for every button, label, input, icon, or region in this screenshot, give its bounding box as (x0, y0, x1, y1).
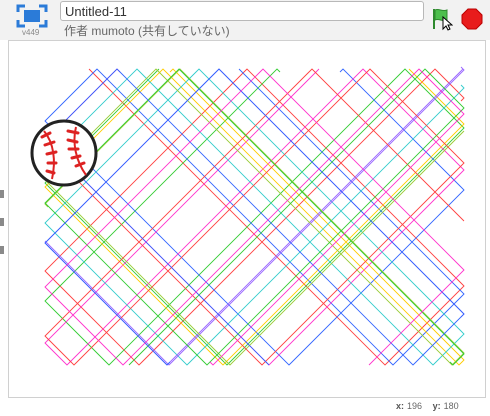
x-value: 196 (407, 401, 423, 411)
pen-trail (44, 68, 465, 366)
pen-trail (44, 68, 465, 366)
y-label: y: (432, 401, 441, 411)
left-edge-marks (0, 190, 4, 274)
pen-trail (44, 68, 465, 366)
y-value: 180 (443, 401, 459, 411)
fullscreen-toggle-icon[interactable] (16, 4, 48, 28)
pen-trail (44, 66, 465, 366)
baseball-icon[interactable] (30, 119, 98, 187)
project-title-input[interactable] (60, 1, 424, 21)
pen-trail (44, 68, 465, 366)
x-label: x: (396, 401, 405, 411)
pen-trails (44, 66, 465, 366)
stop-icon[interactable] (461, 8, 483, 30)
pen-trail (44, 68, 465, 366)
stage-canvas[interactable] (8, 40, 486, 398)
pen-trail (44, 68, 465, 366)
green-flag-icon[interactable] (431, 7, 453, 31)
author-line: 作者 mumoto (共有していない) (64, 24, 230, 38)
pen-trail (44, 68, 465, 366)
pen-trail (44, 68, 465, 366)
pen-trail (44, 68, 465, 366)
pen-trail (44, 68, 465, 366)
version-label: v449 (22, 28, 40, 37)
mouse-coordinates: x: 196 y: 180 (396, 401, 467, 411)
pen-trail (44, 68, 465, 366)
project-header: v449 作者 mumoto (共有していない) (0, 0, 490, 40)
